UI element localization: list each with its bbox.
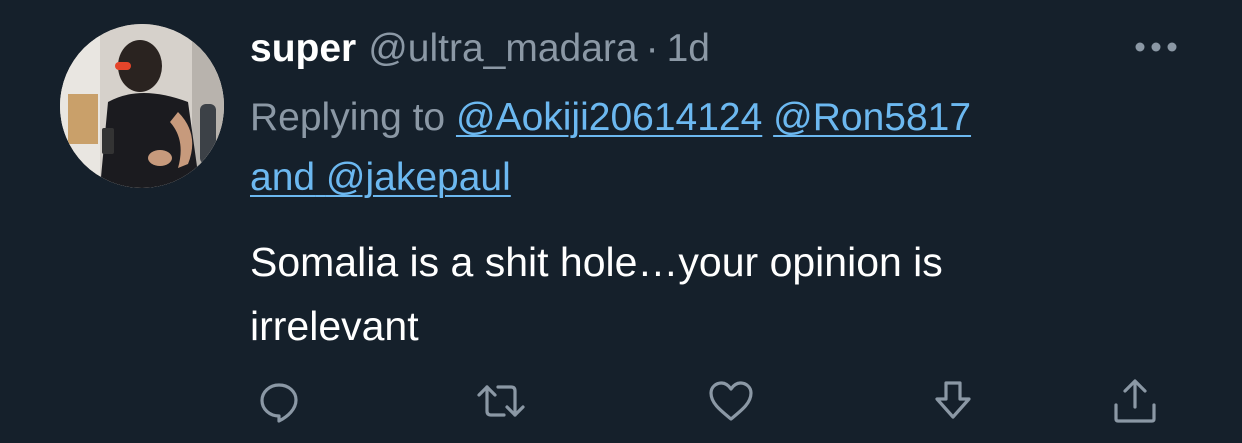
tweet-text: Somalia is a shit hole…your opinion is i…	[250, 230, 1150, 358]
retweet-button[interactable]	[476, 376, 526, 426]
more-horizontal-icon	[1135, 42, 1177, 52]
tweet-text-line: Somalia is a shit hole…your opinion is	[250, 239, 943, 285]
like-button[interactable]	[706, 376, 756, 426]
display-name[interactable]: super	[250, 27, 356, 70]
user-handle[interactable]: @ultra_madara	[368, 27, 637, 70]
tweet-header: super @ultra_madara · 1d	[250, 24, 710, 74]
retweet-icon	[477, 385, 525, 417]
mention-link[interactable]: @Ron5817	[773, 96, 971, 139]
download-button[interactable]	[928, 376, 978, 426]
mention-handle: @jakepaul	[325, 156, 511, 199]
avatar[interactable]	[60, 24, 224, 188]
replying-to: Replying to @Aokiji20614124 @Ron5817 and…	[250, 88, 1150, 208]
share-icon	[1114, 379, 1156, 423]
tweet-card[interactable]: super @ultra_madara · 1d Replying to @Aokij…	[0, 0, 1242, 443]
replying-label: Replying to	[250, 96, 446, 139]
mention-link[interactable]: @Aokiji20614124	[456, 96, 762, 139]
mentions-joiner: and	[250, 156, 316, 199]
share-button[interactable]	[1110, 376, 1160, 426]
reply-icon	[260, 383, 298, 423]
reply-button[interactable]	[254, 376, 304, 426]
download-icon	[935, 381, 971, 419]
mention-link[interactable]: and @jakepaul	[250, 156, 511, 199]
separator-dot: ·	[645, 27, 659, 70]
timestamp[interactable]: 1d	[667, 27, 710, 70]
more-button[interactable]	[1128, 30, 1184, 64]
heart-icon	[709, 381, 753, 421]
tweet-text-line: irrelevant	[250, 303, 419, 349]
avatar-image	[60, 24, 224, 188]
